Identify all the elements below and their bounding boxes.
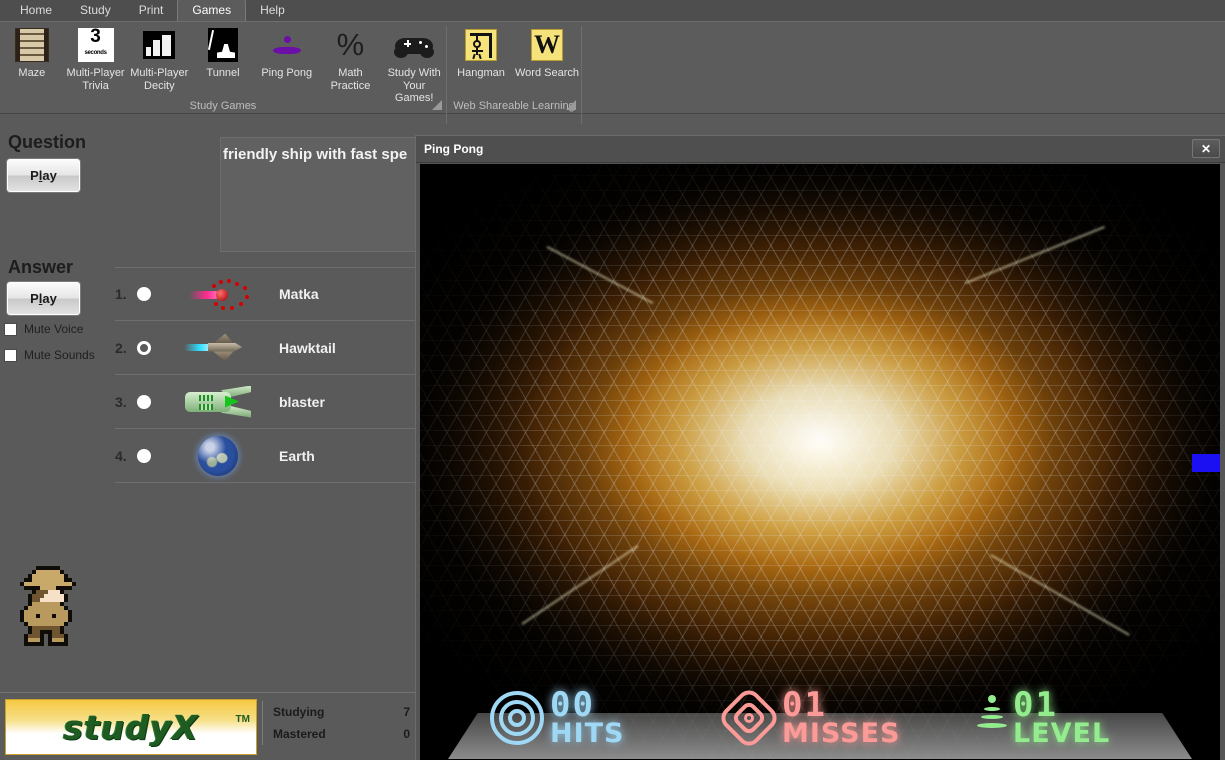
close-icon[interactable]: ✕ [1192,139,1220,158]
ribbon-label-study-with-your-games: Study With Your Games! [387,67,441,104]
stat-studying-value: 7 [403,705,410,719]
ribbon-group-web-shareable-learning: Hangman W Word Search Web Shareable Lear… [448,22,580,114]
answer-number: 2. [115,339,127,356]
ribbon-button-study-with-your-games[interactable]: Study With Your Games! [382,26,446,105]
ribbon-group-label-study-games: Study Games [189,100,257,112]
mute-voice-label: Mute Voice [24,322,84,336]
ribbon-label-word-search: Word Search [515,67,579,79]
study-stats: Studying 7 Mastered 0 [262,701,410,745]
answer-radio-2[interactable] [137,340,151,355]
ribbon-button-word-search[interactable]: W Word Search [514,26,580,80]
mute-sounds-row[interactable]: Mute Sounds [4,348,95,362]
game-title: Ping Pong [424,142,484,156]
ribbon: Maze 3 seconds Multi-Player Trivia Multi… [0,22,1225,124]
ribbon-group-divider-end [581,26,582,124]
explorer-character-sprite [16,562,80,646]
ribbon-button-multi-player-trivia[interactable]: 3 seconds Multi-Player Trivia [64,26,128,92]
ribbon-label-math-practice: Math Practice [330,67,371,92]
ribbon-button-maze[interactable]: Maze [0,26,64,80]
answer-radio-1[interactable] [137,287,151,301]
answer-number: 4. [115,447,127,464]
ping-pong-game-window: Ping Pong ✕ 00 HITS 01 MISSES 01 LEVEL [415,135,1225,760]
city-buildings-icon [139,26,179,64]
question-heading: Question [8,132,87,152]
stat-mastered-label: Mastered [273,727,326,741]
dialog-launcher-web-shareable-learning[interactable] [566,100,576,110]
table-row[interactable]: 3. blaster [115,375,415,429]
vignette-overlay [420,164,1220,760]
question-text-box[interactable]: friendly ship with fast spe [220,137,416,252]
question-text: friendly ship with fast spe [223,146,408,163]
matka-ship-thumbnail [179,272,257,316]
word-search-w-icon: W [527,26,567,64]
hawktail-ship-thumbnail [179,326,257,370]
blaster-ship-thumbnail [179,380,257,424]
logo-trademark: TM [235,714,250,725]
stat-mastered-value: 0 [403,727,410,741]
maze-icon [12,26,52,64]
table-row[interactable]: 1. Matka [115,267,415,321]
tab-home[interactable]: Home [6,0,66,21]
answer-number: 1. [115,286,127,302]
table-row[interactable]: 4. Earth [115,429,415,483]
question-play-button[interactable]: Play [6,158,81,193]
mute-voice-checkbox[interactable] [4,322,17,336]
gamepad-icon [394,26,435,64]
answer-label: blaster [279,393,325,410]
tab-print[interactable]: Print [125,0,178,21]
answer-label: Earth [279,447,315,464]
ribbon-label-tunnel: Tunnel [206,67,240,79]
stat-mastered: Mastered 0 [273,723,410,745]
trivia-badge-unit: seconds [84,50,107,56]
studyx-logo: studyX TM [5,699,257,755]
ribbon-tab-bar: Home Study Print Games Help [0,0,1225,22]
ribbon-button-hangman[interactable]: Hangman [448,26,514,80]
ribbon-label-maze: Maze [18,67,46,79]
table-row[interactable]: 2. Hawktail [115,321,415,375]
answer-heading: Answer [8,257,74,277]
ribbon-group-divider [446,26,447,124]
tunnel-icon [203,26,243,64]
application-window: Home Study Print Games Help Maze 3 secon… [0,0,1225,760]
ribbon-group-study-games: Maze 3 seconds Multi-Player Trivia Multi… [0,22,446,114]
answer-label: Hawktail [279,339,336,356]
answer-play-button[interactable]: Play [6,281,81,316]
logo-wordmark: studyX [63,707,199,747]
trivia-badge-number: 3 [90,26,101,47]
hangman-icon [461,26,501,64]
stat-studying: Studying 7 [273,701,410,723]
ribbon-label-hangman: Hangman [457,67,505,79]
ribbon-button-tunnel[interactable]: Tunnel [191,26,255,80]
status-bar: studyX TM Studying 7 Mastered 0 [0,692,415,760]
answer-options-list: 1. Matka 2. Hawktail 3. blaster 4. Earth [115,267,415,483]
answer-radio-4[interactable] [137,448,151,463]
earth-planet-thumbnail [179,434,257,478]
player-paddle[interactable] [1192,454,1220,472]
mute-sounds-label: Mute Sounds [24,348,95,362]
ribbon-label-multi-player-decity: Multi-Player Decity [130,67,189,92]
ribbon-label-ping-pong: Ping Pong [261,67,313,79]
tab-help[interactable]: Help [246,0,299,21]
ribbon-group-label-web-shareable-learning: Web Shareable Learning [453,100,575,112]
answer-label: Matka [279,286,319,302]
ribbon-button-math-practice[interactable]: % Math Practice [319,26,383,92]
ribbon-button-multi-player-decity[interactable]: Multi-Player Decity [127,26,191,92]
game-title-bar[interactable]: Ping Pong ✕ [416,136,1225,163]
tab-games[interactable]: Games [177,0,247,21]
ribbon-label-multi-player-trivia: Multi-Player Trivia [66,67,125,92]
mute-sounds-checkbox[interactable] [4,348,17,362]
trivia-timer-icon: 3 seconds [76,26,116,64]
ping-pong-paddle-icon [267,26,307,64]
stat-studying-label: Studying [273,705,325,719]
answer-radio-3[interactable] [137,394,151,409]
mute-voice-row[interactable]: Mute Voice [4,322,83,336]
game-canvas[interactable]: 00 HITS 01 MISSES 01 LEVEL [420,164,1220,760]
percent-icon: % [336,27,365,62]
ribbon-button-ping-pong[interactable]: Ping Pong [255,26,319,80]
dialog-launcher-study-games[interactable] [432,100,442,110]
answer-number: 3. [115,393,127,410]
tab-study[interactable]: Study [66,0,125,21]
